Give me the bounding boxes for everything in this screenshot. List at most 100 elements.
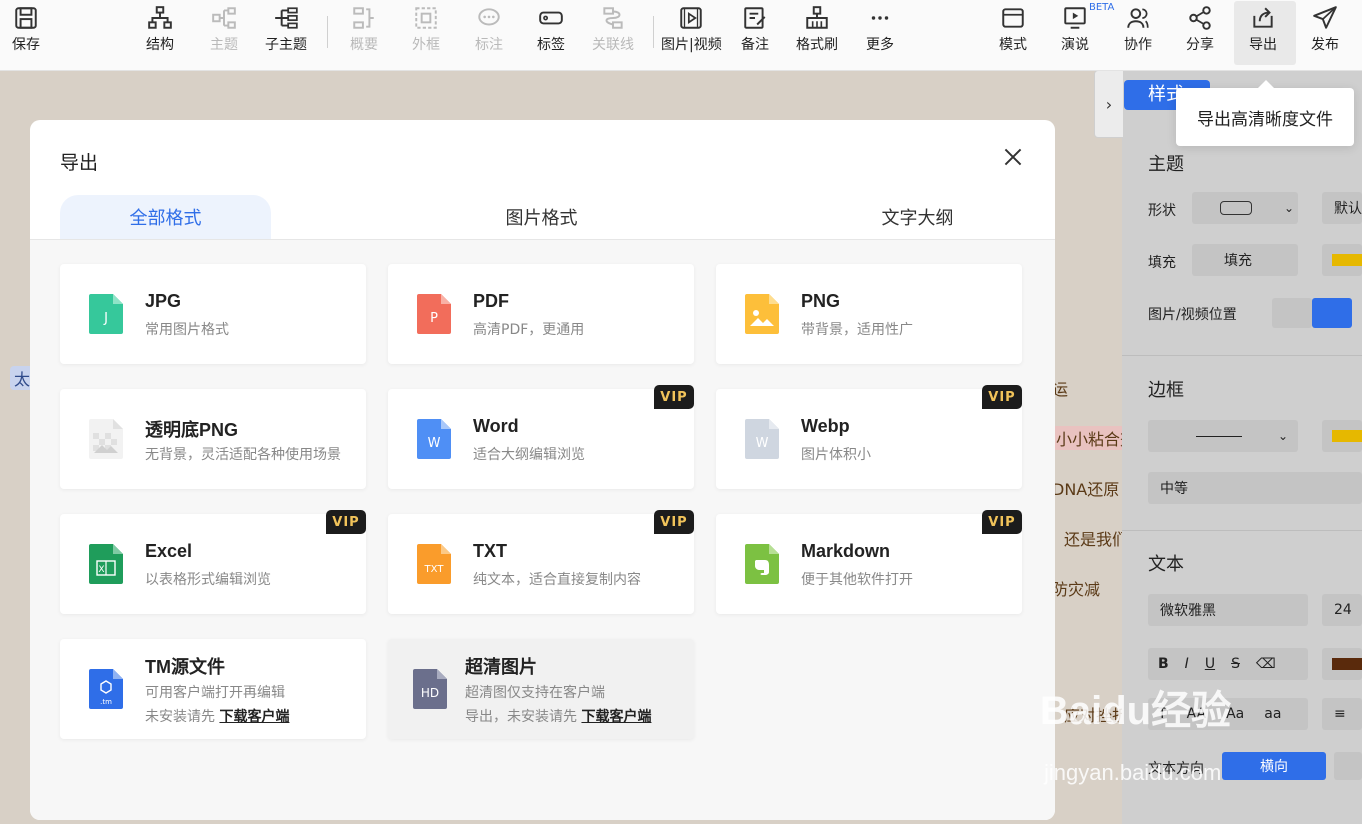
image-position-left[interactable]	[1272, 298, 1312, 328]
shape-select[interactable]: ⌄	[1192, 192, 1298, 224]
format-card-excel[interactable]: X Excel 以表格形式编辑浏览 VIP	[60, 510, 366, 614]
format-desc: 常用图片格式	[145, 322, 229, 338]
summary-icon	[353, 7, 374, 29]
format-card-markdown[interactable]: Markdown 便于其他软件打开 VIP	[716, 510, 1022, 614]
divider	[1122, 530, 1362, 531]
canvas-node[interactable]: 还是我们	[1064, 526, 1128, 550]
format-name: TXT	[473, 541, 507, 561]
border-weight-select[interactable]: 中等	[1148, 472, 1362, 504]
svg-text:J: J	[103, 311, 108, 326]
export-dialog: 导出 全部格式 图片格式 文字大纲 J JPG 常用图片格式 P PDF 高清P…	[30, 120, 1055, 820]
canvas-node[interactable]: DNA还原	[1052, 476, 1119, 500]
format-name: TM源文件	[145, 657, 225, 677]
svg-text:.tm: .tm	[100, 698, 112, 706]
mode-button[interactable]: 模式	[999, 0, 1027, 66]
format-card-png[interactable]: PNG 带背景，适用性广	[716, 264, 1022, 364]
font-size-select[interactable]: 24	[1322, 594, 1362, 626]
italic-icon[interactable]: I	[1185, 656, 1189, 672]
format-desc-line2: 导出，未安装请先 下载客户端	[465, 706, 651, 726]
tag-label: 标签	[537, 37, 565, 53]
text-direction-horizontal[interactable]: 横向	[1222, 752, 1326, 780]
divider	[1122, 355, 1362, 356]
more-icon	[871, 16, 889, 20]
fill-select[interactable]: 填充	[1192, 244, 1298, 276]
transparent-png-file-icon	[89, 419, 123, 459]
format-card-pdf[interactable]: P PDF 高清PDF，更通用	[388, 264, 694, 364]
subtopic-label: 子主题	[265, 37, 307, 53]
shape-style-select[interactable]: 默认	[1322, 192, 1362, 224]
svg-text:X: X	[98, 565, 104, 575]
collab-button[interactable]: 协作	[1124, 0, 1152, 66]
toolbar-separator	[327, 16, 328, 48]
save-label: 保存	[12, 37, 40, 53]
image-video-button[interactable]: 图片|视频	[661, 0, 722, 66]
format-card-jpg[interactable]: J JPG 常用图片格式	[60, 264, 366, 364]
format-card-hd-image[interactable]: HD 超清图片 超清图仅支持在客户端 导出，未安装请先 下载客户端	[388, 639, 694, 739]
format-card-tm-source[interactable]: .tm TM源文件 可用客户端打开再编辑 未安装请先 下载客户端	[60, 639, 366, 739]
tm-file-icon: .tm	[89, 669, 123, 709]
color-swatch	[1332, 254, 1362, 266]
vip-badge: VIP	[654, 510, 694, 534]
more-button[interactable]: 更多	[866, 0, 894, 66]
tab-image-formats[interactable]: 图片格式	[436, 195, 647, 239]
export-label: 导出	[1249, 37, 1277, 53]
publish-label: 发布	[1311, 37, 1339, 53]
format-desc: 图片体积小	[801, 447, 871, 463]
share-button[interactable]: 分享	[1186, 0, 1214, 66]
eraser-icon[interactable]: ⌫	[1256, 656, 1276, 672]
frame-button[interactable]: 外框	[412, 0, 440, 66]
download-client-link[interactable]: 下载客户端	[581, 709, 651, 725]
present-button[interactable]: 演说	[1061, 0, 1089, 66]
png-file-icon	[745, 294, 779, 334]
chevron-down-icon: ⌄	[1284, 201, 1295, 215]
format-card-transparent-png[interactable]: 透明底PNG 无背景，灵活适配各种使用场景	[60, 389, 366, 489]
jpg-file-icon: J	[89, 294, 123, 334]
border-line-select[interactable]: ⌄	[1148, 420, 1298, 452]
strikethrough-icon[interactable]: S	[1231, 656, 1240, 672]
text-direction-vertical[interactable]	[1334, 752, 1362, 780]
install-hint: 导出，未安装请先	[465, 709, 577, 725]
canvas-node[interactable]: 防灾减	[1052, 576, 1100, 600]
topic-button[interactable]: 主题	[210, 0, 238, 66]
format-desc: 带背景，适用性广	[801, 322, 913, 338]
svg-text:TXT: TXT	[424, 564, 445, 575]
border-color-select[interactable]	[1322, 420, 1362, 452]
export-button[interactable]: 导出	[1249, 0, 1277, 66]
format-name: Webp	[801, 416, 850, 436]
tab-text-outline[interactable]: 文字大纲	[812, 195, 1023, 239]
underline-icon[interactable]: U	[1205, 656, 1215, 672]
close-icon[interactable]	[1000, 144, 1026, 170]
save-button[interactable]: 保存	[12, 0, 40, 66]
relation-line-label: 关联线	[592, 37, 634, 53]
tab-all-formats[interactable]: 全部格式	[60, 195, 271, 239]
structure-button[interactable]: 结构	[146, 0, 174, 66]
text-section-title: 文本	[1148, 554, 1184, 575]
format-brush-button[interactable]: 格式刷	[796, 0, 838, 66]
summary-button[interactable]: 概要	[350, 0, 378, 66]
note-mark-button[interactable]: 标注	[475, 0, 503, 66]
fill-color-select[interactable]	[1322, 244, 1362, 276]
font-family-select[interactable]: 微软雅黑	[1148, 594, 1308, 626]
subtopic-button[interactable]: 子主题	[265, 0, 307, 66]
paper-plane-icon	[1313, 6, 1337, 29]
text-color-select[interactable]	[1322, 648, 1362, 680]
format-card-webp[interactable]: W Webp 图片体积小 VIP	[716, 385, 1022, 489]
format-card-txt[interactable]: TXT TXT 纯文本，适合直接复制内容 VIP	[388, 510, 694, 614]
tag-button[interactable]: 标签	[537, 0, 565, 66]
download-client-link[interactable]: 下载客户端	[219, 709, 289, 725]
case-lower-button[interactable]: aa	[1264, 706, 1281, 722]
svg-text:W: W	[428, 436, 441, 451]
present-icon	[1064, 7, 1086, 29]
remark-button[interactable]: 备注	[741, 0, 769, 66]
bold-icon[interactable]: B	[1158, 656, 1169, 672]
image-position-right[interactable]	[1312, 298, 1352, 328]
color-swatch	[1332, 430, 1362, 442]
relation-line-button[interactable]: 关联线	[592, 0, 634, 66]
chevron-down-icon: ⌄	[1278, 429, 1289, 443]
mode-icon	[1002, 8, 1024, 28]
align-select[interactable]: ≡	[1322, 698, 1362, 730]
publish-button[interactable]: 发布	[1311, 0, 1339, 66]
format-card-word[interactable]: W Word 适合大纲编辑浏览 VIP	[388, 385, 694, 489]
webp-file-icon: W	[745, 419, 779, 459]
collapse-panel-button[interactable]: ›	[1094, 70, 1124, 138]
